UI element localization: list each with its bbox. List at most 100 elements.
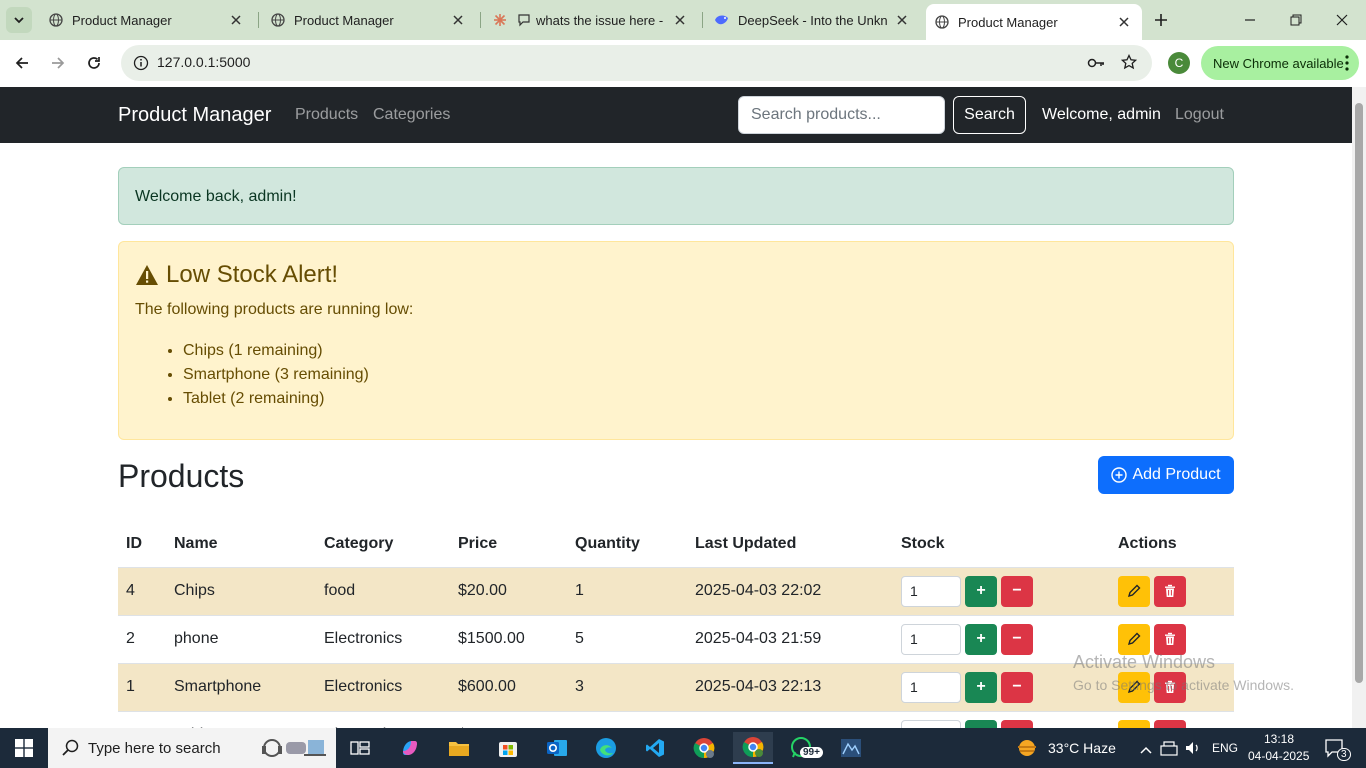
weather-icon[interactable] (1016, 738, 1038, 763)
edit-button[interactable] (1118, 575, 1150, 607)
edit-button[interactable] (1118, 719, 1150, 728)
url-text: 127.0.0.1:5000 (157, 54, 251, 70)
add-stock-button[interactable]: + (965, 623, 997, 655)
cell-actions (1110, 711, 1234, 728)
scrollbar-thumb[interactable] (1355, 103, 1363, 683)
claude-icon (492, 12, 508, 28)
tab-1[interactable]: Product Manager (40, 6, 254, 34)
table-row: 1 Smartphone Electronics $600.00 3 2025-… (118, 663, 1234, 712)
warning-triangle-icon (136, 265, 158, 285)
add-product-button[interactable]: Add Product (1098, 456, 1234, 494)
cell-price: $1500.00 (450, 615, 567, 664)
table-row: 4 Chips food $20.00 1 2025-04-03 22:02 1… (118, 567, 1234, 616)
tab-5-active[interactable]: Product Manager (926, 4, 1142, 40)
remove-stock-button[interactable]: − (1001, 623, 1033, 655)
delete-button[interactable] (1154, 575, 1186, 607)
taskbar-search[interactable]: Type here to search (48, 728, 336, 768)
stock-quantity-input[interactable]: 1 (901, 671, 961, 703)
forward-button[interactable] (46, 51, 70, 75)
task-view-icon[interactable] (340, 732, 380, 764)
profile-avatar[interactable]: C (1168, 52, 1190, 74)
nav-link-categories[interactable]: Categories (373, 106, 450, 124)
navbar-brand[interactable]: Product Manager (118, 104, 271, 127)
browser-toolbar: 127.0.0.1:5000 C New Chrome available (0, 40, 1366, 86)
stock-quantity-input[interactable]: 1 (901, 623, 961, 655)
key-icon[interactable] (1087, 55, 1105, 76)
network-icon[interactable] (1160, 740, 1178, 761)
logout-link[interactable]: Logout (1175, 106, 1224, 124)
file-explorer-icon[interactable] (439, 732, 479, 764)
back-button[interactable] (10, 51, 34, 75)
add-stock-button[interactable]: + (965, 719, 997, 728)
chevron-up-icon[interactable] (1140, 742, 1152, 760)
low-stock-alert: Low Stock Alert! The following products … (118, 241, 1234, 440)
chrome-update-button[interactable]: New Chrome available (1201, 46, 1359, 80)
stock-quantity-input[interactable]: 1 (901, 719, 961, 728)
table-row: 2 phone Electronics $1500.00 5 2025-04-0… (118, 615, 1234, 664)
search-input[interactable] (738, 96, 945, 134)
arrow-right-icon (52, 57, 65, 69)
page-scrollbar[interactable] (1352, 87, 1366, 728)
restore-button[interactable] (1284, 8, 1308, 32)
remove-stock-button[interactable]: − (1001, 575, 1033, 607)
start-button[interactable] (0, 728, 48, 768)
stock-quantity-input[interactable]: 1 (901, 575, 961, 607)
app-icon[interactable] (831, 732, 871, 764)
alert-title: Low Stock Alert! (166, 261, 339, 288)
info-icon[interactable] (133, 55, 149, 76)
add-stock-button[interactable]: + (965, 671, 997, 703)
cell-actions (1110, 567, 1234, 616)
clock-date[interactable]: 04-04-2025 (1248, 749, 1309, 763)
vscode-icon[interactable] (635, 732, 675, 764)
table-header-row: ID Name Category Price Quantity Last Upd… (118, 522, 1234, 568)
language-indicator[interactable]: ENG (1212, 741, 1238, 755)
globe-icon (270, 12, 286, 28)
trash-icon (1165, 584, 1175, 597)
cell-updated: 2025-04-03 21:59 (687, 615, 893, 664)
clock-time[interactable]: 13:18 (1264, 732, 1294, 746)
delete-button[interactable] (1154, 623, 1186, 655)
star-icon[interactable] (1120, 53, 1138, 75)
add-stock-button[interactable]: + (965, 575, 997, 607)
cell-price: $20.00 (450, 567, 567, 616)
new-tab-button[interactable] (1151, 10, 1171, 30)
close-icon[interactable] (894, 12, 910, 28)
cell-quantity: 1 (567, 567, 687, 616)
minimize-button[interactable] (1238, 8, 1262, 32)
search-button[interactable]: Search (953, 96, 1026, 134)
close-icon[interactable] (672, 12, 688, 28)
remove-stock-button[interactable]: − (1001, 671, 1033, 703)
tab-separator (480, 12, 481, 28)
microsoft-store-icon[interactable] (488, 732, 528, 764)
tab-4[interactable]: DeepSeek - Into the Unknow (706, 6, 920, 34)
add-product-label: Add Product (1132, 466, 1221, 483)
outlook-icon[interactable] (537, 732, 577, 764)
deepseek-icon (714, 12, 730, 28)
weather-text[interactable]: 33°C Haze (1048, 740, 1116, 756)
chrome-active-icon[interactable] (733, 732, 773, 764)
tab-search-button[interactable] (6, 7, 32, 33)
volume-icon[interactable] (1184, 740, 1202, 761)
delete-button[interactable] (1154, 719, 1186, 728)
whatsapp-badge: 99+ (800, 747, 823, 758)
whatsapp-icon[interactable]: 99+ (782, 732, 823, 764)
column-header: Actions (1110, 522, 1234, 568)
more-vertical-icon[interactable] (1345, 55, 1349, 74)
nav-link-products[interactable]: Products (295, 106, 358, 124)
remove-stock-button[interactable]: − (1001, 719, 1033, 728)
edit-button[interactable] (1118, 623, 1150, 655)
copilot-icon[interactable] (390, 732, 430, 764)
success-message: Welcome back, admin! (135, 188, 297, 205)
close-icon[interactable] (450, 12, 466, 28)
chrome-profile-icon[interactable] (684, 732, 724, 764)
edge-icon[interactable] (586, 732, 626, 764)
reload-button[interactable] (82, 51, 106, 75)
alert-heading: Low Stock Alert! (135, 261, 1217, 289)
close-window-button[interactable] (1330, 8, 1354, 32)
tab-title: DeepSeek - Into the Unknow (738, 12, 888, 28)
address-bar[interactable]: 127.0.0.1:5000 (121, 45, 1152, 81)
close-icon[interactable] (228, 12, 244, 28)
tab-2[interactable]: Product Manager (262, 6, 476, 34)
close-icon[interactable] (1116, 14, 1132, 30)
tab-3[interactable]: whats the issue here - Cl (484, 6, 698, 34)
